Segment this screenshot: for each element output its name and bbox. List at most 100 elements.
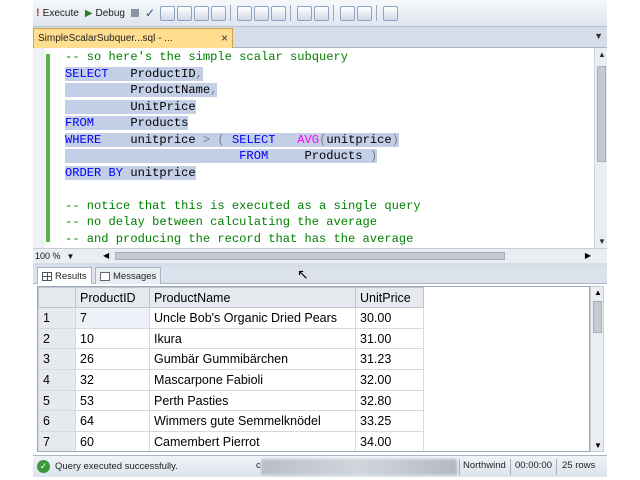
cell-productid[interactable]: 60 <box>75 431 150 451</box>
include-plan-icon[interactable] <box>211 5 227 21</box>
tab-results[interactable]: Results <box>37 267 92 284</box>
selected-code: FROM Products <box>65 116 189 130</box>
row-number[interactable]: 4 <box>38 369 76 391</box>
scroll-down-icon[interactable]: ▼ <box>594 441 602 450</box>
table-row[interactable]: 4 32 Mascarpone Fabioli 32.00 <box>38 369 424 391</box>
cell-unitprice[interactable]: 32.00 <box>355 369 424 391</box>
query-editor[interactable]: -- so here's the simple scalar subquery S… <box>33 48 607 248</box>
cell-unitprice[interactable]: 32.80 <box>355 389 424 412</box>
cell-productid[interactable]: 10 <box>75 327 150 350</box>
chevron-down-icon[interactable]: ▼ <box>594 31 603 41</box>
cell-productid[interactable]: 7 <box>75 307 150 329</box>
row-number[interactable]: 7 <box>38 431 76 451</box>
column-header-rownum[interactable] <box>38 287 76 308</box>
increase-indent-icon[interactable] <box>357 5 373 21</box>
cell-unitprice[interactable]: 33.25 <box>355 410 424 433</box>
cell-productname[interactable]: Perth Pasties <box>149 389 356 412</box>
cell-productid[interactable]: 64 <box>75 410 150 433</box>
editor-vertical-scrollbar[interactable]: ▲ ▼ <box>594 48 607 248</box>
scrollbar-thumb[interactable] <box>593 301 602 333</box>
specify-values-icon[interactable] <box>383 5 399 21</box>
cell-productid[interactable]: 26 <box>75 348 150 371</box>
row-number[interactable]: 3 <box>38 348 76 371</box>
cell-productname[interactable]: Mascarpone Fabioli <box>149 369 356 391</box>
code-token: Products <box>94 116 189 130</box>
code-token: unitprice <box>123 165 196 180</box>
sql-code[interactable]: -- so here's the simple scalar subquery S… <box>65 48 593 248</box>
column-header-productid[interactable]: ProductID <box>75 287 150 308</box>
comment-lines-icon[interactable] <box>297 5 313 21</box>
results-to-grid-icon[interactable] <box>254 5 270 21</box>
scroll-up-icon[interactable]: ▲ <box>594 288 602 297</box>
cell-unitprice[interactable]: 31.00 <box>355 327 424 350</box>
table-row[interactable]: 6 64 Wimmers gute Semmelknödel 33.25 <box>38 410 424 433</box>
results-tab-strip: Results Messages <box>33 267 607 284</box>
column-header-productname[interactable]: ProductName <box>149 287 356 308</box>
table-row[interactable]: 3 26 Gumbär Gummibärchen 31.23 <box>38 348 424 371</box>
query-options-icon[interactable] <box>177 5 193 21</box>
status-bar: ✓ Query executed successfully. c Northwi… <box>33 455 607 477</box>
code-token: , <box>210 83 218 97</box>
code-line[interactable]: FROM Products ) <box>65 148 378 164</box>
code-token: WHERE <box>65 132 102 147</box>
document-tab[interactable]: SimpleScalarSubquer...sql - ... × <box>33 28 233 48</box>
results-grid[interactable]: ProductID ProductName UnitPrice 1 7 Uncl… <box>37 286 590 452</box>
grid-vertical-scrollbar[interactable]: ▲ ▼ <box>590 286 604 452</box>
cell-productid[interactable]: 32 <box>75 369 150 391</box>
code-text: -- and producing the record that has the… <box>65 232 413 246</box>
cancel-query-button[interactable] <box>128 3 142 23</box>
code-line[interactable]: -- so here's the simple scalar subquery <box>65 49 348 65</box>
code-line[interactable]: ORDER BY unitprice <box>65 165 196 181</box>
toolbar-separator <box>376 5 378 21</box>
cell-productname[interactable]: Ikura <box>149 327 356 350</box>
code-token: FROM <box>65 116 95 130</box>
table-row[interactable]: 2 10 Ikura 31.00 <box>38 327 424 350</box>
decrease-indent-icon[interactable] <box>340 5 356 21</box>
tab-messages[interactable]: Messages <box>95 267 162 284</box>
close-icon[interactable]: × <box>221 31 228 45</box>
code-line[interactable]: -- no delay between calculating the aver… <box>65 214 377 230</box>
row-number[interactable]: 6 <box>38 410 76 433</box>
code-line[interactable]: -- notice that this is executed as a sin… <box>65 198 421 214</box>
code-line[interactable]: FROM Products <box>65 115 189 131</box>
cell-unitprice[interactable]: 34.00 <box>355 431 424 451</box>
row-number[interactable]: 1 <box>38 307 76 329</box>
table-row[interactable]: 5 53 Perth Pasties 32.80 <box>38 389 424 412</box>
scroll-right-icon[interactable]: ▶ <box>585 251 591 260</box>
table-row[interactable]: 1 7 Uncle Bob's Organic Dried Pears 30.0… <box>38 307 424 329</box>
scroll-left-icon[interactable]: ◀ <box>103 251 109 260</box>
code-line[interactable]: -- and producing the record that has the… <box>65 231 413 247</box>
uncomment-lines-icon[interactable] <box>314 5 330 21</box>
selected-code: UnitPrice <box>65 99 196 114</box>
code-line[interactable]: UnitPrice <box>65 99 196 115</box>
code-token: Products <box>268 149 370 163</box>
horizontal-scrollbar-thumb[interactable] <box>115 252 505 260</box>
cell-productname[interactable]: Wimmers gute Semmelknödel <box>149 410 356 433</box>
scroll-up-icon[interactable]: ▲ <box>598 50 606 59</box>
debug-button[interactable]: ▶ Debug <box>82 3 128 23</box>
row-number[interactable]: 5 <box>38 389 76 412</box>
table-row[interactable]: 7 60 Camembert Pierrot 34.00 <box>38 431 424 451</box>
cell-productid[interactable]: 53 <box>75 389 150 412</box>
results-to-file-icon[interactable] <box>271 5 287 21</box>
code-line[interactable]: WHERE unitprice > ( SELECT AVG(unitprice… <box>65 132 399 148</box>
document-tab-title: SimpleScalarSubquer...sql - ... <box>38 33 173 44</box>
display-plan-icon[interactable] <box>160 5 176 21</box>
cell-productname[interactable]: Gumbär Gummibärchen <box>149 348 356 371</box>
code-line[interactable]: SELECT ProductID, <box>65 66 203 82</box>
code-line[interactable]: ProductName, <box>65 82 218 98</box>
cell-productname[interactable]: Camembert Pierrot <box>149 431 356 451</box>
scroll-down-icon[interactable]: ▼ <box>598 237 606 246</box>
row-number[interactable]: 2 <box>38 327 76 350</box>
parse-button[interactable]: ✓ <box>145 6 155 20</box>
column-header-unitprice[interactable]: UnitPrice <box>355 287 424 308</box>
cell-unitprice[interactable]: 31.23 <box>355 348 424 371</box>
intellisense-icon[interactable] <box>194 5 210 21</box>
scrollbar-thumb[interactable] <box>597 66 606 162</box>
results-to-text-icon[interactable] <box>237 5 253 21</box>
chevron-down-icon: ▼ <box>66 252 75 261</box>
execute-button[interactable]: ! Execute <box>33 3 82 23</box>
cell-productname[interactable]: Uncle Bob's Organic Dried Pears <box>149 307 356 329</box>
zoom-selector[interactable]: 100 % ▼ <box>35 249 74 263</box>
cell-unitprice[interactable]: 30.00 <box>355 307 424 329</box>
